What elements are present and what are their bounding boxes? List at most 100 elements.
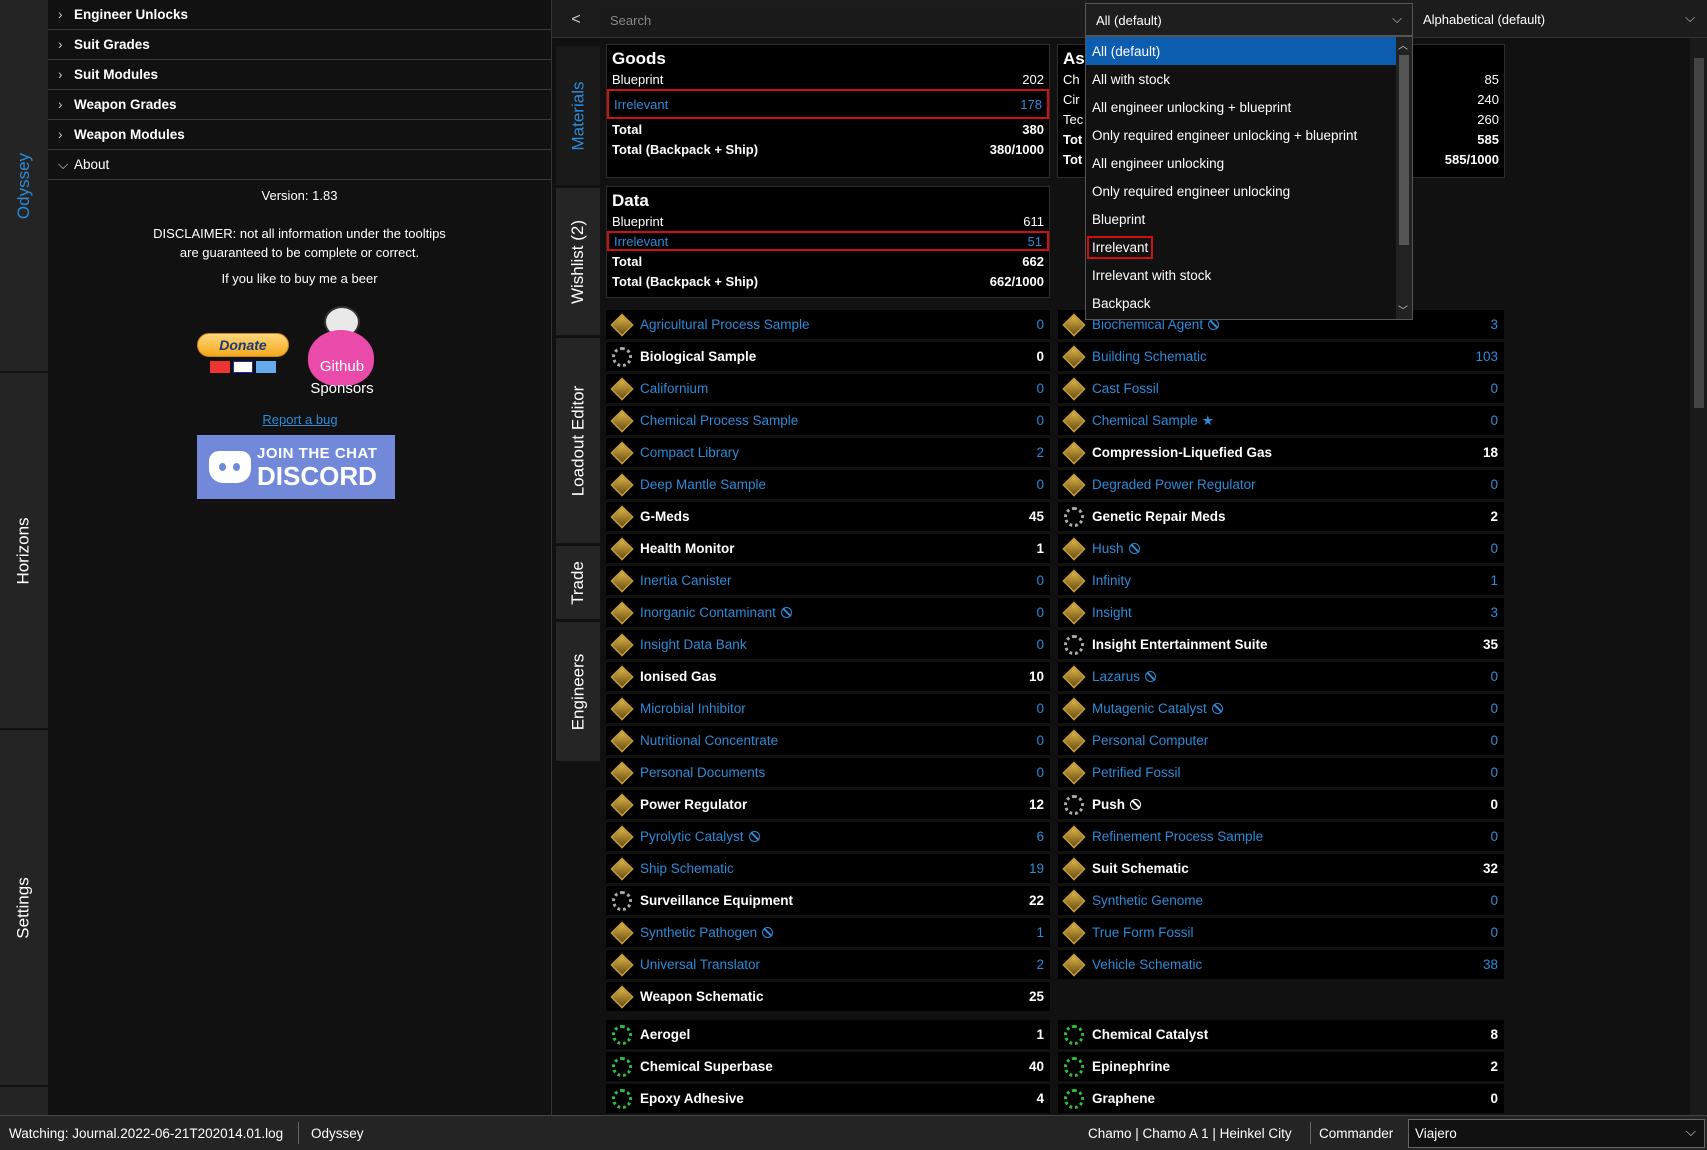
material-row[interactable]: Infinity 1: [1058, 566, 1504, 595]
option-label: Blueprint: [1092, 211, 1146, 227]
material-row[interactable]: Compression-Liquefied Gas 18: [1058, 438, 1504, 467]
material-row[interactable]: Chemical Superbase 40: [606, 1052, 1050, 1081]
material-row[interactable]: Graphene 0: [1058, 1084, 1504, 1113]
material-row[interactable]: Nutritional Concentrate 0: [606, 726, 1050, 755]
material-row[interactable]: Biological Sample 0: [606, 342, 1050, 371]
dropdown-scrollbar[interactable]: ︿ ﹀: [1396, 37, 1412, 319]
dropdown-option[interactable]: All (default): [1086, 37, 1396, 65]
material-row[interactable]: Degraded Power Regulator 0: [1058, 470, 1504, 499]
accordion-item[interactable]: › Weapon Grades: [48, 90, 551, 120]
discord-button[interactable]: JOIN THE CHAT DISCORD: [197, 435, 395, 499]
material-row[interactable]: Insight Data Bank 0: [606, 630, 1050, 659]
material-row[interactable]: Chemical Sample ★ 0: [1058, 406, 1504, 435]
material-row[interactable]: Epinephrine 2: [1058, 1052, 1504, 1081]
material-row[interactable]: Synthetic Pathogen 1: [606, 918, 1050, 947]
material-row[interactable]: Hush 0: [1058, 534, 1504, 563]
tab-loadout-editor[interactable]: Loadout Editor: [556, 338, 600, 546]
material-count: 2: [1036, 957, 1044, 972]
accordion-item[interactable]: › Engineer Unlocks: [48, 0, 551, 30]
tab-horizons[interactable]: Horizons: [0, 373, 48, 730]
tab-odyssey[interactable]: Odyssey: [0, 0, 48, 373]
main-scrollbar[interactable]: [1690, 38, 1707, 1115]
donate-button[interactable]: Donate: [197, 333, 289, 381]
material-row[interactable]: Mutagenic Catalyst 0: [1058, 694, 1504, 723]
material-row[interactable]: Ship Schematic 19: [606, 854, 1050, 883]
material-row[interactable]: G-Meds 45: [606, 502, 1050, 531]
material-row[interactable]: Ionised Gas 10: [606, 662, 1050, 691]
material-row[interactable]: Pyrolytic Catalyst 6: [606, 822, 1050, 851]
material-row[interactable]: Building Schematic 103: [1058, 342, 1504, 371]
material-row[interactable]: Insight Entertainment Suite 35: [1058, 630, 1504, 659]
report-bug-link[interactable]: Report a bug: [48, 412, 552, 427]
material-row[interactable]: Insight 3: [1058, 598, 1504, 627]
accordion-item[interactable]: ⌵ About: [48, 150, 551, 180]
material-row[interactable]: Personal Documents 0: [606, 758, 1050, 787]
material-row[interactable]: Inertia Canister 0: [606, 566, 1050, 595]
dropdown-option[interactable]: All engineer unlocking + blueprint: [1086, 93, 1396, 121]
material-row[interactable]: Petrified Fossil 0: [1058, 758, 1504, 787]
material-row[interactable]: Synthetic Genome 0: [1058, 886, 1504, 915]
material-row[interactable]: Lazarus 0: [1058, 662, 1504, 691]
github-sponsors-button[interactable]: Github Sponsors: [300, 306, 384, 402]
row-value: 662: [1022, 253, 1044, 269]
accordion-item[interactable]: › Weapon Modules: [48, 120, 551, 150]
material-row[interactable]: Universal Translator 2: [606, 950, 1050, 979]
material-row[interactable]: Cast Fossil 0: [1058, 374, 1504, 403]
material-row[interactable]: Microbial Inhibitor 0: [606, 694, 1050, 723]
material-row[interactable]: Refinement Process Sample 0: [1058, 822, 1504, 851]
goods-irrelevant-row[interactable]: Irrelevant 178: [607, 89, 1049, 119]
material-row[interactable]: Epoxy Adhesive 4: [606, 1084, 1050, 1113]
tab-engineers[interactable]: Engineers: [556, 622, 600, 764]
material-row[interactable]: Aerogel 1: [606, 1020, 1050, 1049]
material-count: 0: [1490, 541, 1498, 556]
material-row[interactable]: Genetic Repair Meds 2: [1058, 502, 1504, 531]
main-scroll-thumb[interactable]: [1694, 58, 1704, 408]
dropdown-option[interactable]: Backpack: [1086, 289, 1396, 317]
material-name-text: Personal Documents: [640, 765, 766, 780]
material-row[interactable]: Deep Mantle Sample 0: [606, 470, 1050, 499]
tab-trade[interactable]: Trade: [556, 546, 600, 622]
data-irrelevant-row[interactable]: Irrelevant 51: [607, 231, 1049, 251]
material-row[interactable]: Agricultural Process Sample 0: [606, 310, 1050, 339]
dropdown-scroll-thumb[interactable]: [1399, 55, 1409, 245]
tab-materials-label: Materials: [568, 81, 587, 150]
material-row[interactable]: Push 0: [1058, 790, 1504, 819]
chevron-up-icon[interactable]: ︿: [1398, 37, 1408, 52]
row-label: Cir: [1063, 91, 1080, 107]
material-row[interactable]: Suit Schematic 32: [1058, 854, 1504, 883]
dropdown-option[interactable]: All engineer unlocking: [1086, 149, 1396, 177]
dropdown-option[interactable]: Only required engineer unlocking + bluep…: [1086, 121, 1396, 149]
chevron-right-icon: ›: [58, 37, 63, 52]
collapse-button[interactable]: <: [556, 5, 596, 35]
material-row[interactable]: Personal Computer 0: [1058, 726, 1504, 755]
dropdown-option[interactable]: Irrelevant: [1086, 233, 1396, 261]
material-row[interactable]: Chemical Catalyst 8: [1058, 1020, 1504, 1049]
dropdown-option[interactable]: Blueprint: [1086, 205, 1396, 233]
dropdown-option[interactable]: Only required engineer unlocking: [1086, 177, 1396, 205]
tab-wishlist[interactable]: Wishlist (2): [556, 188, 600, 338]
filter-combobox[interactable]: All (default) ⌵: [1085, 3, 1413, 36]
row-value: 240: [1477, 91, 1499, 107]
sort-combobox[interactable]: Alphabetical (default) ⌵: [1413, 3, 1703, 36]
material-row[interactable]: Compact Library 2: [606, 438, 1050, 467]
material-row[interactable]: Chemical Process Sample 0: [606, 406, 1050, 435]
material-name: Synthetic Genome: [1092, 893, 1490, 908]
material-row[interactable]: Californium 0: [606, 374, 1050, 403]
dropdown-option[interactable]: Irrelevant with stock: [1086, 261, 1396, 289]
material-row[interactable]: Surveillance Equipment 22: [606, 886, 1050, 915]
material-row[interactable]: True Form Fossil 0: [1058, 918, 1504, 947]
search-input[interactable]: Search: [600, 3, 1084, 36]
material-row[interactable]: Inorganic Contaminant 0: [606, 598, 1050, 627]
accordion-item[interactable]: › Suit Grades: [48, 30, 551, 60]
chevron-down-icon[interactable]: ﹀: [1398, 302, 1408, 317]
disclaimer-line2: are guaranteed to be complete or correct…: [179, 245, 420, 260]
material-row[interactable]: Health Monitor 1: [606, 534, 1050, 563]
accordion-item[interactable]: › Suit Modules: [48, 60, 551, 90]
commander-select[interactable]: Viajero ⌵: [1408, 1119, 1705, 1148]
material-row[interactable]: Weapon Schematic 25: [606, 982, 1050, 1011]
material-row[interactable]: Vehicle Schematic 38: [1058, 950, 1504, 979]
dropdown-option[interactable]: All with stock: [1086, 65, 1396, 93]
tab-materials[interactable]: Materials: [556, 46, 600, 188]
tab-settings[interactable]: Settings: [0, 730, 48, 1087]
material-row[interactable]: Power Regulator 12: [606, 790, 1050, 819]
